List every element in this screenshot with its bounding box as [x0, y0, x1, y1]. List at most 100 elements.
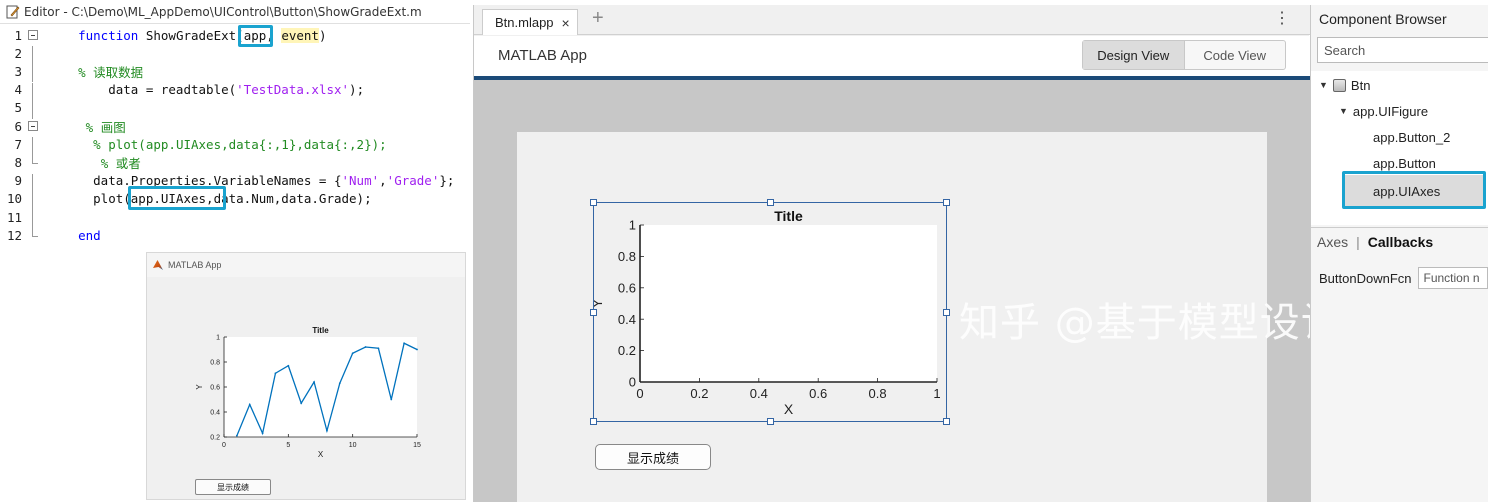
code-token: ); [349, 82, 365, 98]
tree-node-app-uifigure[interactable]: ▼ app.UIFigure [1339, 101, 1428, 121]
runtime-app-window: MATLAB App 0 5 10 15 0.2 0.4 0.6 0.8 1 Title X Y 显示… [146, 252, 466, 500]
code-line[interactable]: 11 [0, 208, 470, 228]
code-line[interactable]: 1 function ShowGradeExt(app, event) [0, 26, 470, 44]
tab-axes[interactable]: Axes [1317, 234, 1348, 250]
tab-label: Btn.mlapp [495, 15, 554, 30]
data-point [326, 429, 328, 432]
fold-gutter [26, 155, 40, 169]
resize-handle-br[interactable] [943, 418, 950, 425]
fold-guide [32, 228, 38, 238]
code-line[interactable]: 12 end [0, 226, 470, 244]
add-tab-icon[interactable]: + [592, 7, 604, 30]
resize-handle-r[interactable] [943, 309, 950, 316]
x-tick-label: 0.4 [750, 386, 768, 401]
code-token: 'Num' [341, 173, 380, 189]
fold-gutter [26, 46, 40, 65]
code-line[interactable]: 7 % plot(app.UIAxes,data{:,1},data{:,2})… [0, 135, 470, 156]
runtime-show-grade-button[interactable]: 显示成绩 [195, 479, 271, 495]
fold-gutter [26, 82, 40, 101]
tree-node-label: app.Button [1373, 155, 1436, 171]
fold-gutter [26, 191, 40, 210]
code-token: % 读取数据 [78, 64, 144, 80]
x-tick-label: 1 [933, 386, 940, 401]
design-axes[interactable]: 0 0.2 0.4 0.6 0.8 1 0 0.2 0.4 0.6 0.8 1 Title X Y [594, 203, 948, 423]
code-line[interactable]: 2 [0, 44, 470, 65]
data-point [416, 348, 418, 351]
line-number: 3 [14, 63, 22, 79]
line-number: 12 [6, 227, 22, 243]
data-point [364, 346, 367, 348]
tree-node-app-button-2[interactable]: app.Button_2 [1373, 127, 1450, 147]
data-point [248, 403, 251, 406]
more-options-icon[interactable]: ⋮ [1274, 11, 1290, 27]
code-token: % plot(app.UIAxes,data{:,1},data{:,2}); [93, 136, 387, 152]
code-token: function [78, 27, 139, 43]
line-number: 7 [14, 136, 22, 152]
code-text: % 读取数据 [48, 62, 143, 81]
app-title: MATLAB App [498, 47, 587, 64]
line-number: 1 [14, 27, 22, 43]
code-line[interactable]: 6 % 画图 [0, 117, 470, 135]
fold-collapse-icon[interactable] [28, 121, 38, 131]
highlight-box-app-arg [238, 25, 273, 47]
callback-dropdown[interactable]: Function n [1417, 267, 1488, 289]
tab-callbacks[interactable]: Callbacks [1368, 234, 1433, 250]
x-tick-label: 10 [349, 442, 357, 449]
fold-gutter [26, 100, 40, 119]
resize-handle-l[interactable] [590, 309, 597, 316]
code-text: % plot(app.UIAxes,data{:,1},data{:,2}); [48, 137, 387, 152]
show-grade-button[interactable]: 显示成绩 [595, 444, 711, 470]
line-number: 2 [14, 45, 22, 61]
code-line[interactable]: 3 % 读取数据 [0, 62, 470, 83]
resize-handle-b[interactable] [767, 418, 774, 425]
expand-caret-icon[interactable]: ▼ [1319, 80, 1328, 90]
tab-separator: | [1356, 233, 1360, 250]
code-text: data = readtable('TestData.xlsx'); [48, 82, 364, 97]
fold-collapse-icon[interactable] [28, 30, 38, 40]
matlab-logo-icon [153, 260, 163, 270]
line-number: 9 [14, 173, 22, 189]
runtime-window-title: MATLAB App [168, 260, 222, 270]
x-axis-label: X [784, 401, 794, 417]
fold-gutter [26, 119, 40, 133]
editor-title: Editor - C:\Demo\ML_AppDemo\UIControl\Bu… [24, 4, 422, 19]
expand-caret-icon[interactable]: ▼ [1339, 106, 1348, 116]
ui-axes-selection[interactable]: 0 0.2 0.4 0.6 0.8 1 0 0.2 0.4 0.6 0.8 1 Title X Y [590, 199, 950, 425]
code-token: end [78, 227, 101, 243]
fold-guide [32, 155, 38, 165]
plot-area [640, 225, 937, 382]
code-line[interactable]: 4 data = readtable('TestData.xlsx'); [0, 81, 470, 101]
view-toggle: Design View Code View [1082, 40, 1286, 70]
fold-gutter [26, 137, 40, 156]
code-line[interactable]: 10 plot(app.UIAxes,data.Num,data.Grade); [0, 190, 470, 210]
code-token: ) [318, 27, 327, 43]
resize-handle-tl[interactable] [590, 199, 597, 206]
line-number: 4 [14, 82, 22, 98]
code-token: data = readtable( [48, 82, 237, 98]
code-line[interactable]: 8 % 或者 [0, 153, 470, 171]
code-view-button[interactable]: Code View [1185, 41, 1286, 69]
fold-gutter [26, 64, 40, 83]
tree-node-btn[interactable]: ▼ Btn [1319, 75, 1370, 95]
resize-handle-bl[interactable] [590, 418, 597, 425]
y-tick-label: 0.6 [210, 384, 220, 391]
fold-gutter [26, 210, 40, 228]
code-line[interactable]: 5 [0, 99, 470, 119]
code-text: end [48, 228, 101, 243]
design-view-button[interactable]: Design View [1083, 41, 1185, 69]
y-tick-label: 0 [629, 375, 636, 390]
tree-node-app-button[interactable]: app.Button [1373, 153, 1436, 173]
close-icon[interactable]: × [562, 15, 570, 31]
code-text: % 画图 [48, 117, 126, 136]
tab-btn-mlapp[interactable]: Btn.mlapp × [482, 9, 578, 35]
search-input[interactable]: Search [1317, 37, 1488, 63]
resize-handle-tr[interactable] [943, 199, 950, 206]
resize-handle-t[interactable] [767, 199, 774, 206]
y-tick-label: 0.4 [618, 312, 636, 327]
code-token: 'TestData.xlsx' [236, 82, 350, 98]
code-line[interactable]: 9 data.Properties.VariableNames = {'Num'… [0, 172, 470, 192]
screenshot-root: Editor - C:\Demo\ML_AppDemo\UIControl\Bu… [0, 0, 1488, 502]
